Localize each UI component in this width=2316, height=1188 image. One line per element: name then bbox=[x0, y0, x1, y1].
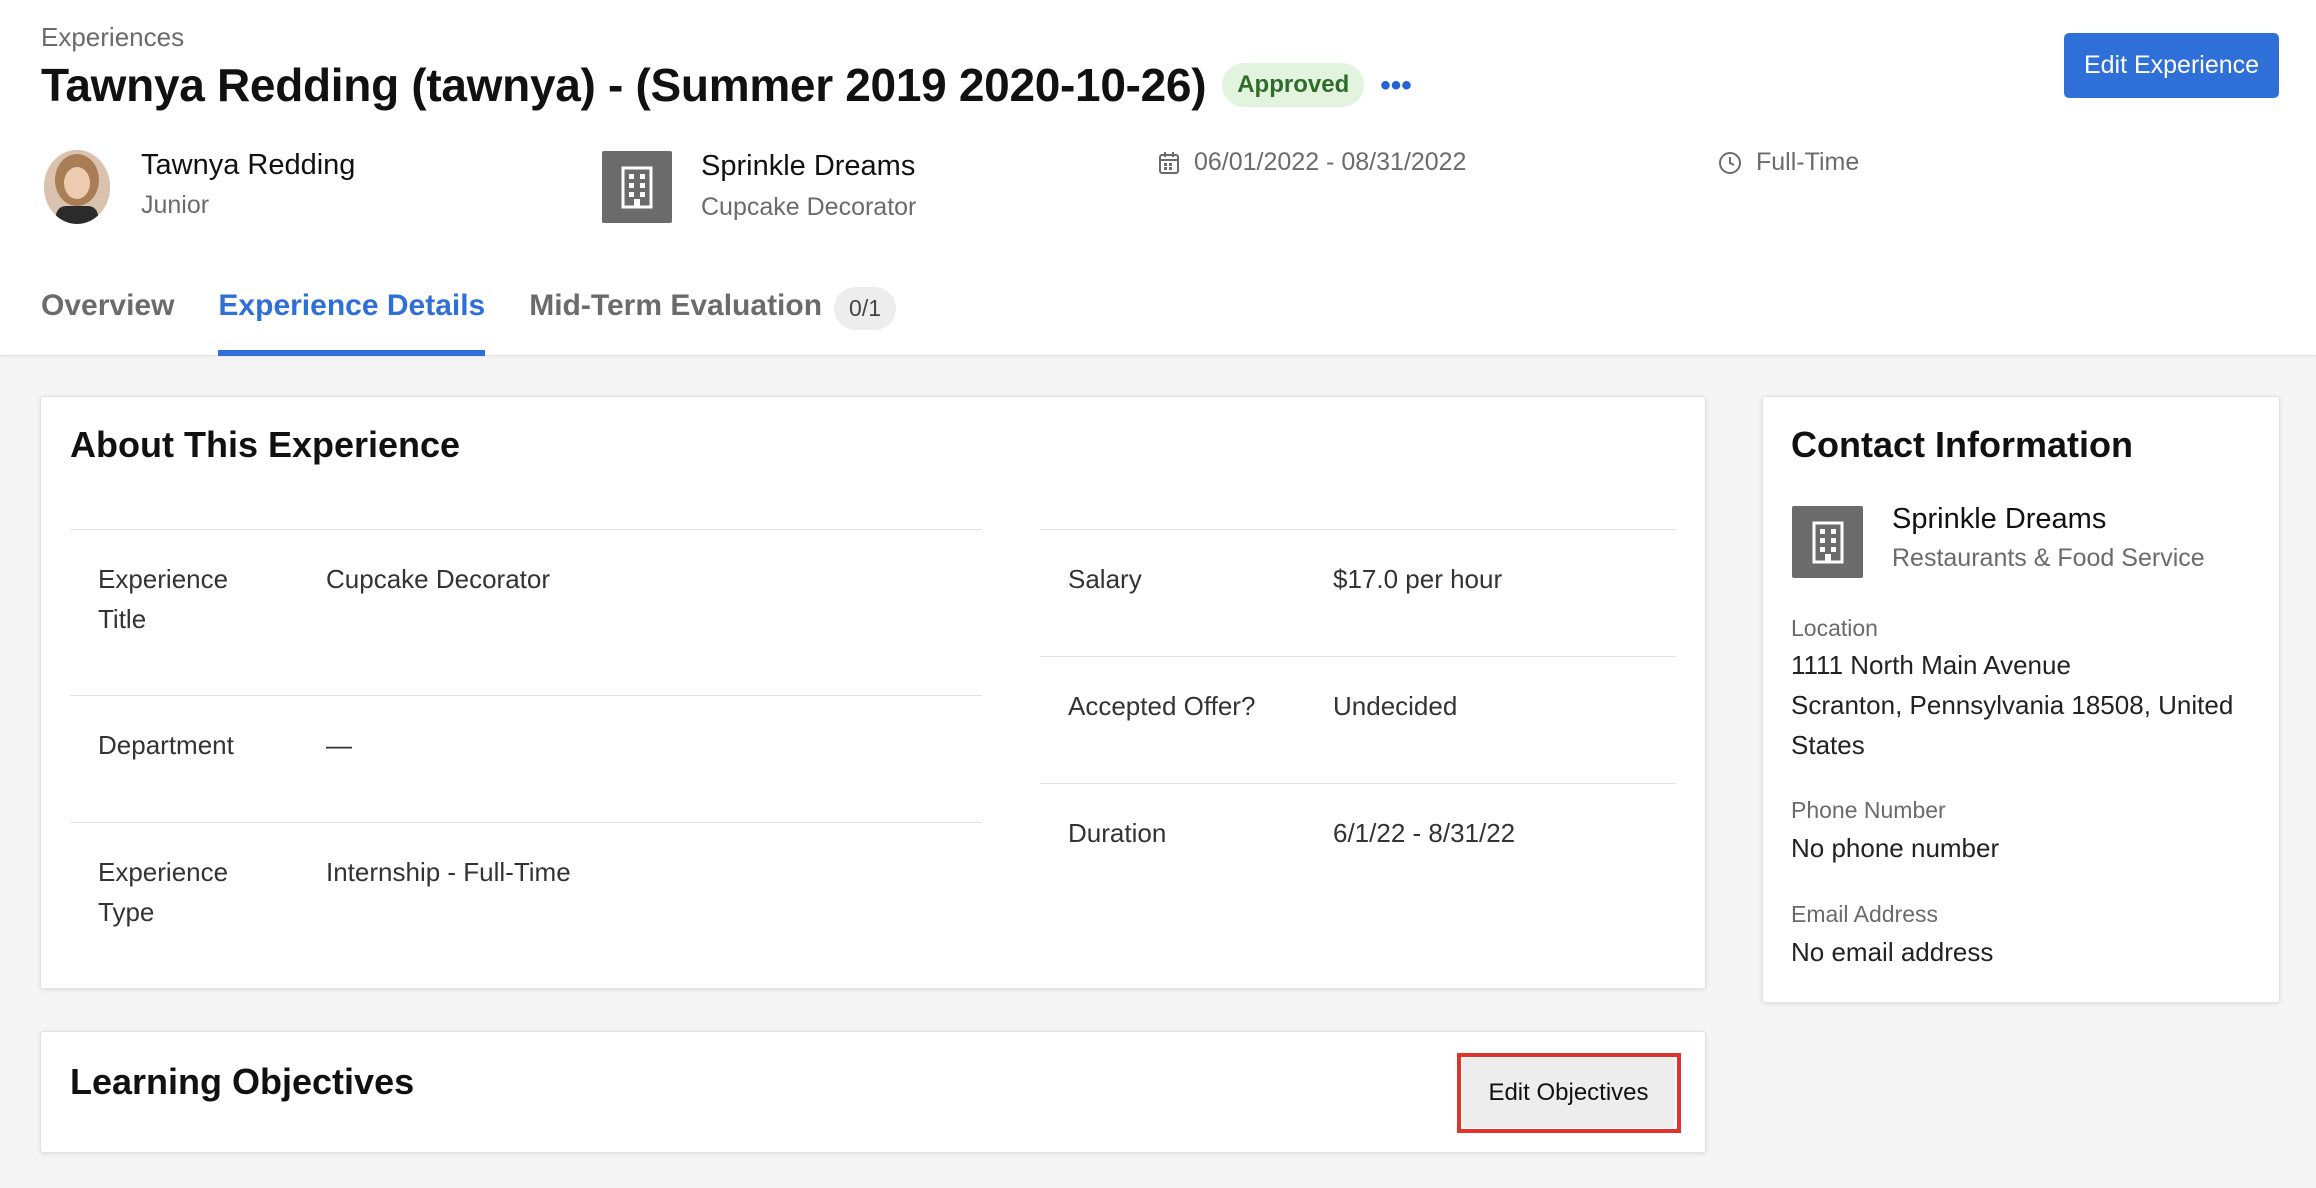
detail-value: Internship - Full-Time bbox=[326, 857, 571, 887]
detail-label: Experience Type bbox=[98, 857, 229, 927]
tab-experience-details[interactable]: Experience Details bbox=[218, 282, 485, 356]
more-options-button[interactable]: ••• bbox=[1380, 69, 1412, 101]
date-range-text: 06/01/2022 - 08/31/2022 bbox=[1194, 148, 1467, 176]
tab-mid-term-evaluation[interactable]: Mid-Term Evaluation 0/1 bbox=[529, 282, 897, 356]
clock-icon bbox=[1719, 151, 1741, 174]
student-name[interactable]: Tawnya Redding bbox=[141, 149, 355, 182]
detail-row: Duration 6/1/22 - 8/31/22 bbox=[1040, 783, 1676, 910]
breadcrumb[interactable]: Experiences bbox=[41, 22, 184, 53]
detail-label: Salary bbox=[1068, 564, 1142, 594]
student-year: Junior bbox=[141, 191, 210, 219]
employment-type-text: Full-Time bbox=[1756, 148, 1860, 176]
status-badge: Approved bbox=[1222, 63, 1365, 107]
contact-information-card: Contact Information Sprinkle Dreams Rest… bbox=[1762, 396, 2280, 1003]
avatar bbox=[44, 150, 110, 224]
detail-label: Experience Title bbox=[98, 564, 229, 634]
edit-experience-button[interactable]: Edit Experience bbox=[2064, 33, 2279, 98]
employer-name[interactable]: Sprinkle Dreams bbox=[701, 150, 915, 183]
edit-objectives-button[interactable]: Edit Objectives bbox=[1462, 1058, 1675, 1128]
detail-row: Experience Title Cupcake Decorator bbox=[70, 529, 982, 695]
detail-value: Cupcake Decorator bbox=[326, 564, 550, 594]
tab-overview[interactable]: Overview bbox=[41, 282, 174, 356]
employment-type: Full-Time bbox=[1718, 148, 1859, 177]
detail-row: Salary $17.0 per hour bbox=[1040, 529, 1676, 656]
objectives-card-title: Learning Objectives bbox=[70, 1061, 415, 1102]
contact-company-name[interactable]: Sprinkle Dreams bbox=[1892, 503, 2106, 536]
learning-objectives-card: Learning Objectives bbox=[40, 1031, 1706, 1153]
job-title: Cupcake Decorator bbox=[701, 193, 917, 221]
calendar-icon bbox=[1159, 151, 1179, 174]
location-value: 1111 North Main Avenue Scranton, Pennsyl… bbox=[1791, 645, 2261, 765]
detail-label: Accepted Offer? bbox=[1068, 691, 1256, 721]
page-header: Experiences Tawnya Redding (tawnya) - (S… bbox=[0, 0, 2316, 356]
date-range: 06/01/2022 - 08/31/2022 bbox=[1158, 148, 1466, 177]
detail-label: Department bbox=[98, 730, 234, 760]
address-line-2: Scranton, Pennsylvania 18508, United Sta… bbox=[1791, 690, 2234, 760]
tab-count-badge: 0/1 bbox=[834, 287, 897, 330]
about-experience-card: About This Experience Experience Title C… bbox=[40, 396, 1706, 989]
building-icon bbox=[1812, 521, 1843, 564]
tab-bar: Overview Experience Details Mid-Term Eva… bbox=[41, 282, 940, 356]
detail-value: — bbox=[326, 730, 352, 760]
company-logo bbox=[1792, 506, 1863, 578]
about-card-title: About This Experience bbox=[70, 424, 461, 465]
detail-value: Undecided bbox=[1333, 691, 1458, 721]
employer-logo bbox=[602, 151, 672, 223]
contact-card-title: Contact Information bbox=[1791, 424, 2133, 465]
avatar-photo-icon bbox=[44, 150, 110, 224]
building-icon bbox=[621, 166, 653, 209]
detail-label: Duration bbox=[1068, 818, 1167, 848]
detail-row: Experience Type Internship - Full-Time bbox=[70, 822, 982, 962]
title-row: Tawnya Redding (tawnya) - (Summer 2019 2… bbox=[41, 58, 1412, 112]
detail-value: 6/1/22 - 8/31/22 bbox=[1333, 818, 1516, 848]
location-label: Location bbox=[1791, 615, 1878, 641]
phone-value: No phone number bbox=[1791, 833, 2000, 863]
contact-industry: Restaurants & Food Service bbox=[1892, 544, 2205, 572]
detail-row: Accepted Offer? Undecided bbox=[1040, 656, 1676, 783]
phone-label: Phone Number bbox=[1791, 797, 1946, 823]
detail-value: $17.0 per hour bbox=[1333, 564, 1503, 594]
page-title: Tawnya Redding (tawnya) - (Summer 2019 2… bbox=[41, 59, 1207, 111]
email-label: Email Address bbox=[1791, 901, 1939, 927]
detail-row: Department — bbox=[70, 695, 982, 822]
email-value: No email address bbox=[1791, 937, 1994, 967]
address-line-1: 1111 North Main Avenue bbox=[1791, 650, 2071, 680]
